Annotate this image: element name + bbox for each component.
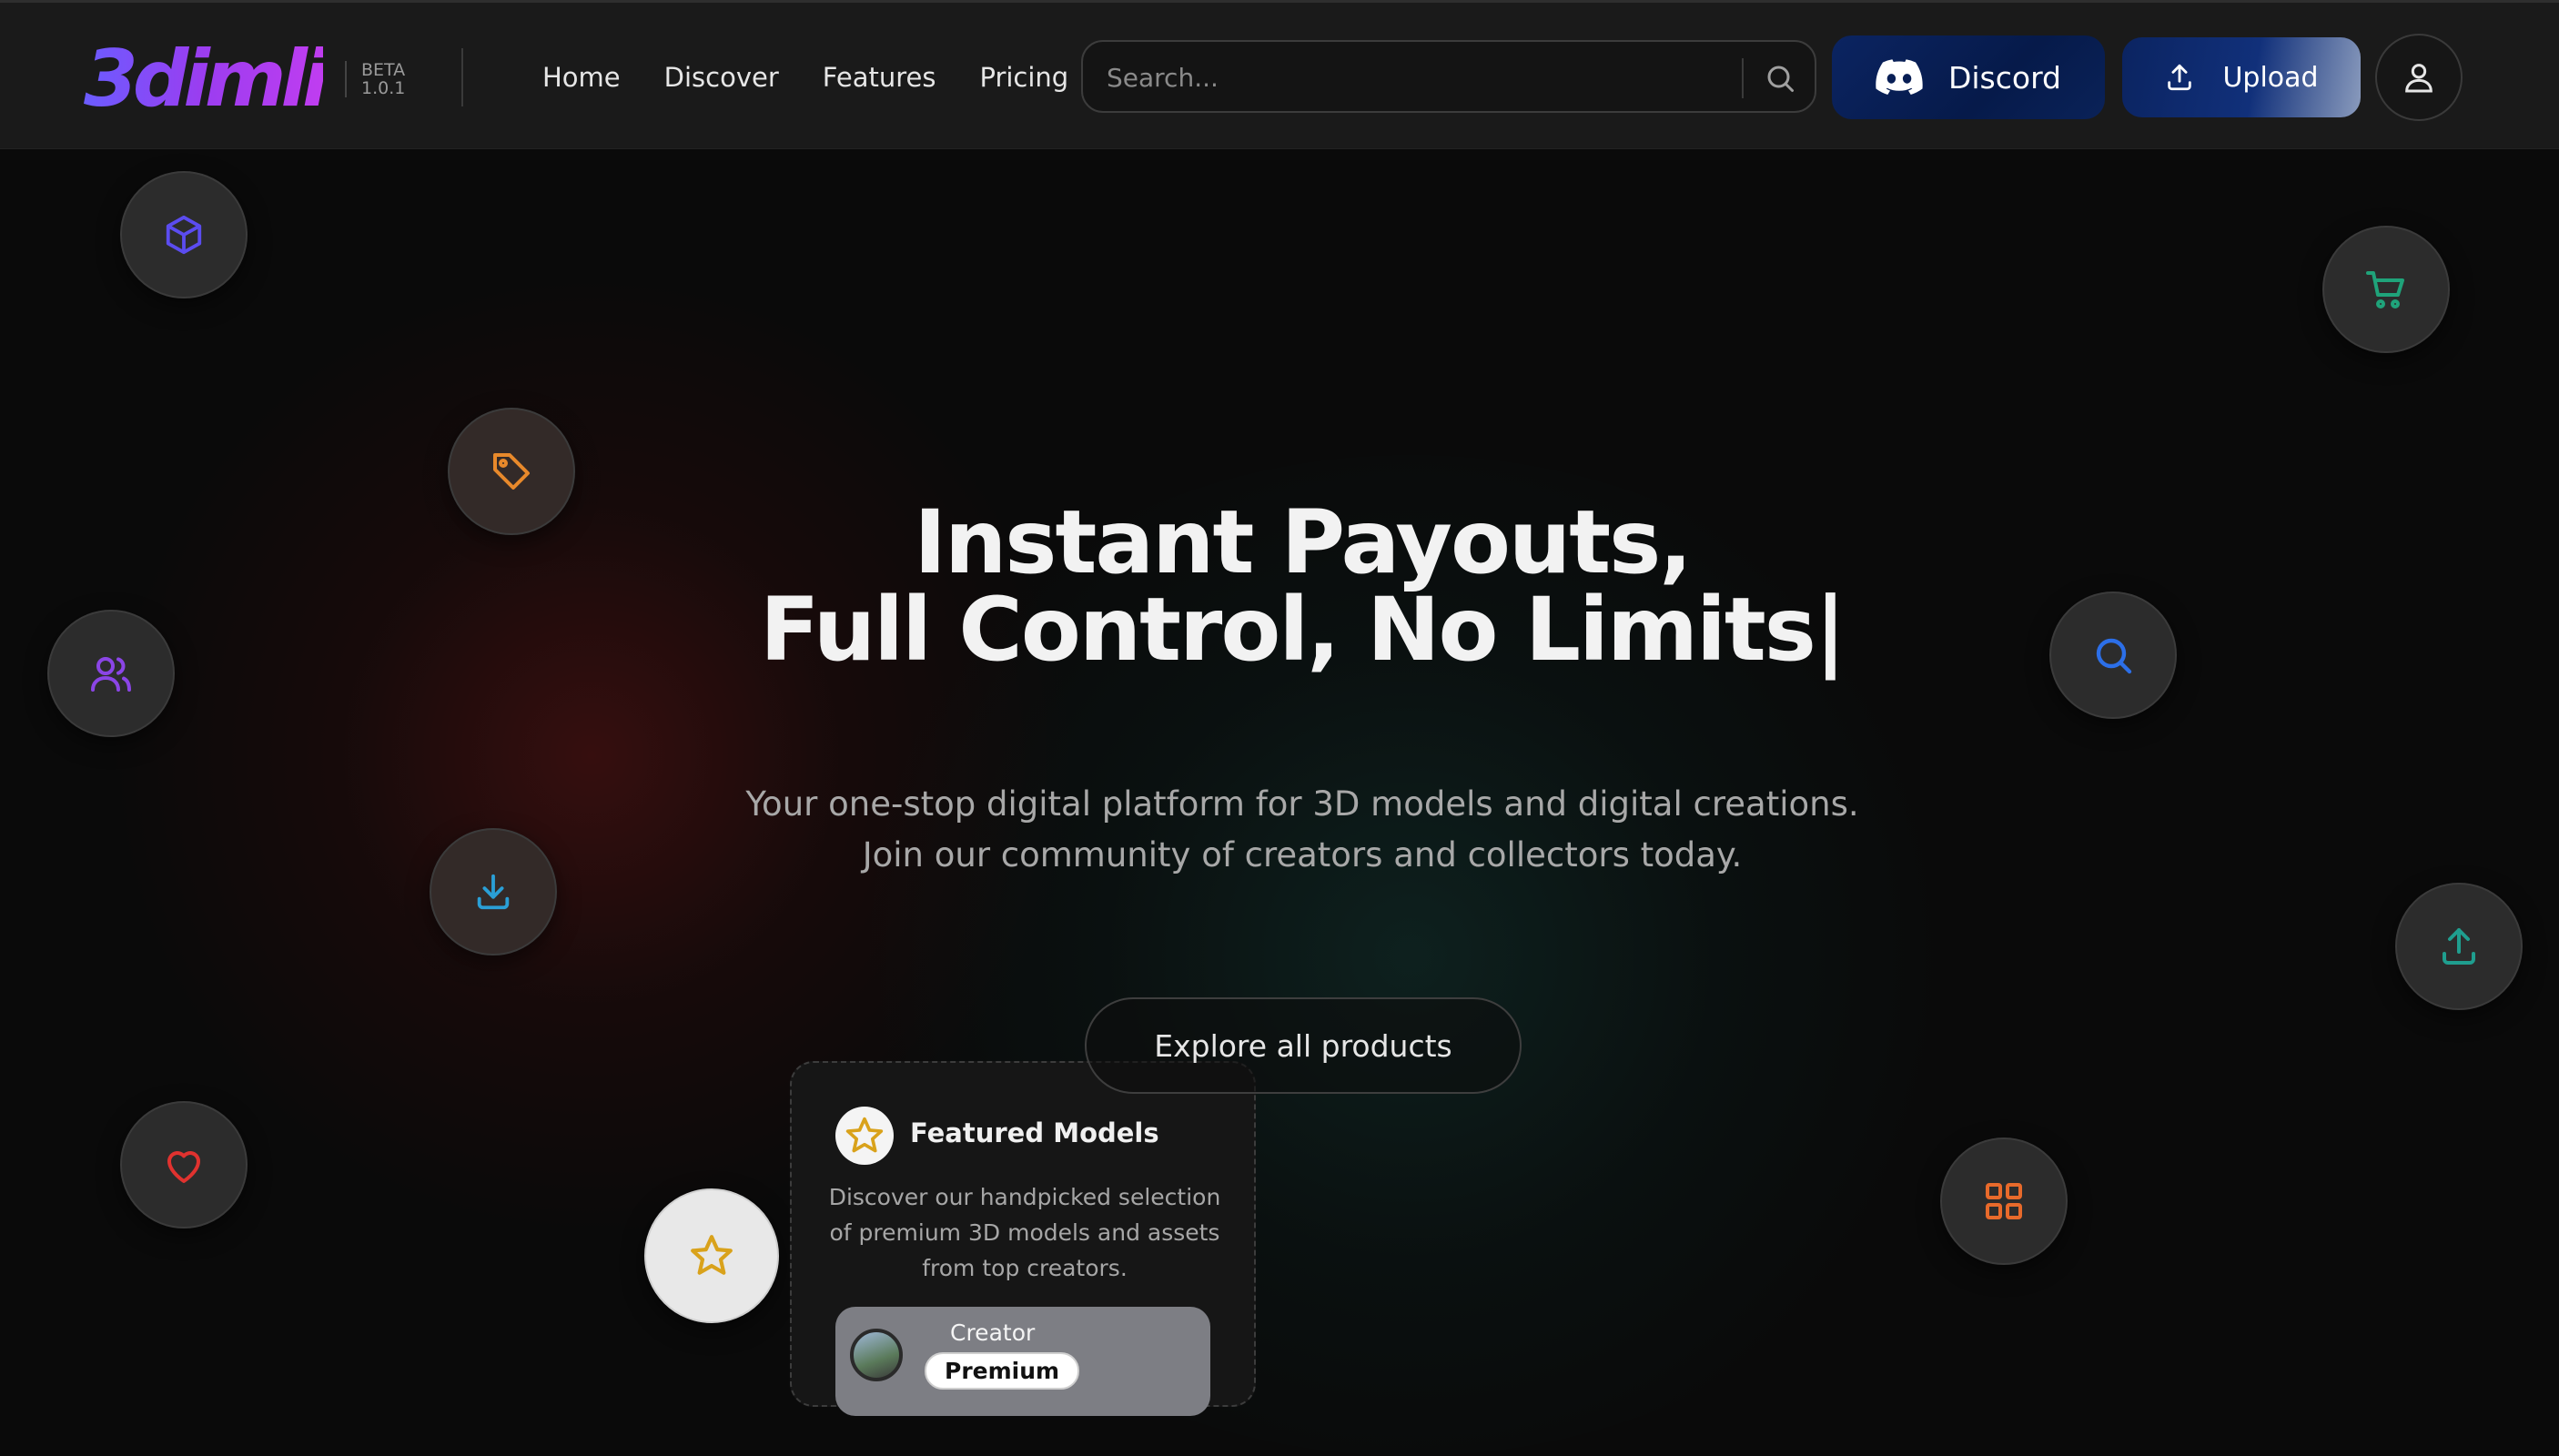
floating-search-bubble [2049,592,2177,719]
hero-title: Instant Payouts, Full Control, No Limits… [642,499,1962,673]
star-icon [845,1117,884,1153]
hero-subtitle: Your one-stop digital platform for 3D mo… [642,779,1962,881]
floating-heart-bubble [120,1101,248,1228]
grid-icon [1986,1183,2022,1219]
top-navbar: 3dimli BETA 1.0.1 Home Discover Features… [0,0,2559,149]
search-divider [1742,58,1744,98]
hero-title-line-1: Instant Payouts, [914,491,1693,593]
floating-grid-bubble [1940,1138,2068,1265]
discord-button[interactable]: Discord [1832,35,2105,119]
user-account-button[interactable] [2375,34,2463,121]
download-icon [477,874,510,910]
nav-link-discover[interactable]: Discover [664,56,779,99]
discord-label: Discord [1947,59,2062,96]
explore-products-button[interactable]: Explore all products [1085,997,1522,1094]
users-icon [91,657,131,692]
floating-star-bubble [644,1188,779,1323]
cube-icon [166,215,202,255]
beta-version-badge: BETA 1.0.1 [345,61,405,97]
star-icon [691,1235,733,1275]
user-icon [2405,64,2433,93]
nav-divider [461,48,463,106]
brand-logo[interactable]: 3dimli [84,37,329,121]
floating-cart-bubble [2322,226,2450,353]
floating-users-bubble [47,610,175,737]
nav-link-home[interactable]: Home [542,56,621,99]
search-bar [1081,40,1816,113]
floating-cube-bubble [120,171,248,298]
tag-icon [493,453,530,490]
floating-tag-bubble [448,408,575,535]
upload-button[interactable]: Upload [2122,37,2361,117]
creator-preview[interactable]: Creator Premium [835,1307,1210,1416]
featured-star-badge [835,1107,894,1165]
beta-label: BETA [361,60,406,80]
search-input[interactable] [1105,55,1709,100]
nav-link-pricing[interactable]: Pricing [979,56,1068,99]
heart-icon [167,1151,200,1183]
floating-download-bubble [430,828,557,956]
featured-models-card[interactable]: Featured Models Discover our handpicked … [790,1061,1256,1416]
version-label: 1.0.1 [361,78,406,98]
hero-subtitle-line-2: Join our community of creators and colle… [862,835,1743,875]
nav-link-features[interactable]: Features [823,56,936,99]
premium-badge: Premium [925,1352,1080,1390]
upload-icon [2443,928,2475,965]
hero-title-line-2: Full Control, No Limits| [760,579,1846,681]
hero-subtitle-line-1: Your one-stop digital platform for 3D mo… [745,784,1859,824]
creator-label: Creator [950,1320,1036,1346]
avatar [850,1329,903,1381]
featured-card-title: Featured Models [910,1117,1159,1148]
discord-icon [1876,59,1923,95]
search-icon [2096,638,2132,674]
cart-icon [2366,271,2404,308]
floating-upload-bubble [2395,883,2523,1010]
upload-label: Upload [2222,61,2319,94]
main-nav: Home Discover Features Pricing [542,56,1068,99]
upload-icon [2168,64,2192,91]
search-icon[interactable] [1764,62,1796,95]
featured-card-description: Discover our handpicked selection of pre… [828,1184,1221,1281]
